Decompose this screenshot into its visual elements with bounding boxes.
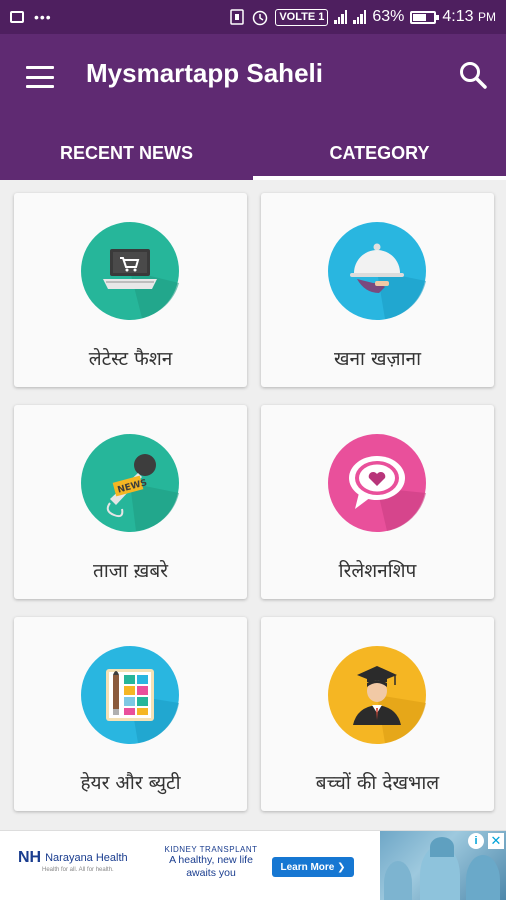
- ad-info-icon[interactable]: i: [468, 833, 484, 849]
- more-dots-icon: •••: [34, 9, 52, 25]
- menu-icon[interactable]: [26, 66, 54, 88]
- category-card-childcare[interactable]: बच्चों की देखभाल: [261, 617, 494, 811]
- app-title: Mysmartapp Saheli: [86, 58, 323, 88]
- category-card-beauty[interactable]: हेयर और ब्युटी: [14, 617, 247, 811]
- category-label: ताजा ख़बरे: [93, 560, 168, 582]
- category-card-fashion[interactable]: लेटेस्ट फैशन: [14, 193, 247, 387]
- ad-close-icon[interactable]: ✕: [488, 833, 504, 849]
- category-card-news[interactable]: NEWS ताजा ख़बरे: [14, 405, 247, 599]
- ad-copy: KIDNEY TRANSPLANT A healthy, new life aw…: [156, 845, 266, 880]
- volte-badge: VOLTE 1: [275, 8, 329, 26]
- signal-icon-2: [353, 10, 367, 24]
- app-bar: Mysmartapp Saheli RECENT NEWS CATEGORY: [0, 34, 506, 180]
- status-bar: ••• VOLTE 1 63% 4:13 PM: [0, 0, 506, 34]
- nfc-icon: [230, 9, 245, 25]
- ad-headline-2: awaits you: [186, 867, 236, 879]
- brand-mark: NH: [18, 849, 42, 866]
- learn-more-button[interactable]: Learn More ❯: [272, 857, 354, 877]
- category-label: खना खज़ाना: [333, 348, 422, 370]
- clock: 4:13 PM: [442, 8, 496, 26]
- category-card-relationship[interactable]: रिलेशनशिप: [261, 405, 494, 599]
- heart-chat-icon: [328, 434, 426, 532]
- battery-icon: [410, 10, 440, 24]
- brand-tagline: Health for all. All for health.: [42, 867, 114, 873]
- ad-banner[interactable]: NH Narayana Health Health for all. All f…: [0, 830, 506, 900]
- tab-recent-news[interactable]: RECENT NEWS: [0, 126, 253, 180]
- signal-icon: [334, 10, 348, 24]
- graduate-icon: [328, 646, 426, 744]
- category-label: रिलेशनशिप: [338, 560, 417, 582]
- ad-logo: NH Narayana Health Health for all. All f…: [18, 849, 128, 873]
- battery-percent: 63%: [372, 8, 405, 25]
- category-label: लेटेस्ट फैशन: [88, 348, 173, 370]
- laptop-cart-icon: [81, 222, 179, 320]
- news-microphone-icon: NEWS: [81, 434, 179, 532]
- alarm-icon: [253, 10, 268, 26]
- brand-name: Narayana Health: [45, 852, 128, 864]
- ad-headline-1: A healthy, new life: [169, 854, 253, 866]
- tab-category[interactable]: CATEGORY: [253, 126, 506, 180]
- food-cloche-icon: [328, 222, 426, 320]
- category-label: बच्चों की देखभाल: [315, 772, 440, 794]
- clock-time: 4:13: [442, 8, 474, 25]
- category-label: हेयर और ब्युटी: [80, 772, 181, 794]
- search-icon[interactable]: [458, 60, 488, 90]
- tab-bar: RECENT NEWS CATEGORY: [0, 126, 506, 180]
- category-card-food[interactable]: खना खज़ाना: [261, 193, 494, 387]
- image-icon: [10, 11, 24, 23]
- makeup-palette-icon: [81, 646, 179, 744]
- clock-ampm: PM: [478, 10, 496, 24]
- ad-kicker: KIDNEY TRANSPLANT: [164, 845, 258, 854]
